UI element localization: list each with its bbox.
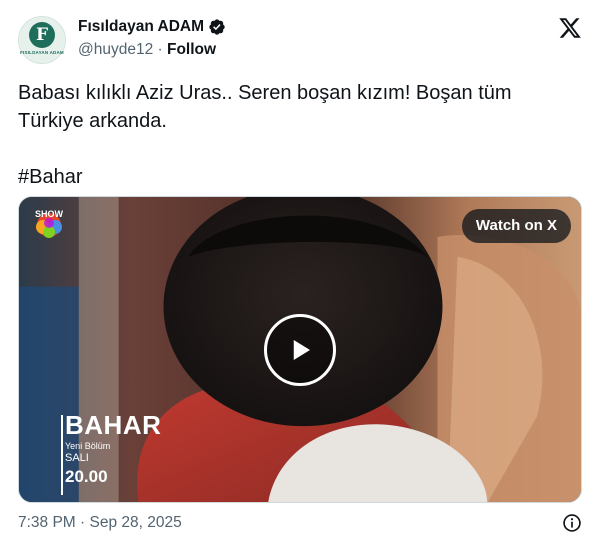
tweet-timestamp[interactable]: 7:38 PM · Sep 28, 2025 (18, 514, 182, 531)
handle-separator: · (153, 41, 167, 58)
author-info: Fısıldayan ADAM @huyde12 · Follow (78, 17, 226, 60)
info-icon[interactable] (562, 513, 582, 533)
tweet-footer: 7:38 PM · Sep 28, 2025 (18, 513, 582, 533)
promo-subtitle: Yeni Bölüm (65, 441, 111, 451)
verified-badge-icon (209, 19, 225, 35)
promo-overlay: BAHAR Yeni Bölüm SALI 20.00 (61, 410, 162, 495)
author-handle[interactable]: @huyde12 (78, 41, 153, 58)
x-logo-icon[interactable] (558, 16, 582, 40)
avatar-logo: F (29, 22, 55, 48)
video-player[interactable]: SHOW Watch on X BAHAR Yeni Bölüm SALI 20… (18, 196, 582, 503)
tweet-header: F FISILDAYAN ADAM Fısıldayan ADAM @huyde… (18, 16, 582, 64)
avatar[interactable]: F FISILDAYAN ADAM (18, 16, 66, 64)
channel-logo-text: SHOW (35, 209, 64, 219)
channel-logo: SHOW (35, 209, 64, 238)
avatar-caption: FISILDAYAN ADAM (20, 50, 64, 55)
watch-on-x-button[interactable]: Watch on X (461, 209, 571, 243)
tweet-text: Babası kılıklı Aziz Uras.. Seren boşan k… (18, 82, 512, 188)
promo-time: 20.00 (65, 467, 108, 486)
follow-link[interactable]: Follow (167, 41, 216, 58)
promo-day: SALI (65, 452, 89, 464)
play-icon (293, 340, 310, 360)
play-button[interactable] (264, 314, 336, 386)
promo-title: BAHAR (65, 410, 162, 440)
author-display-name[interactable]: Fısıldayan ADAM (78, 17, 204, 37)
promo-bar (61, 415, 63, 495)
